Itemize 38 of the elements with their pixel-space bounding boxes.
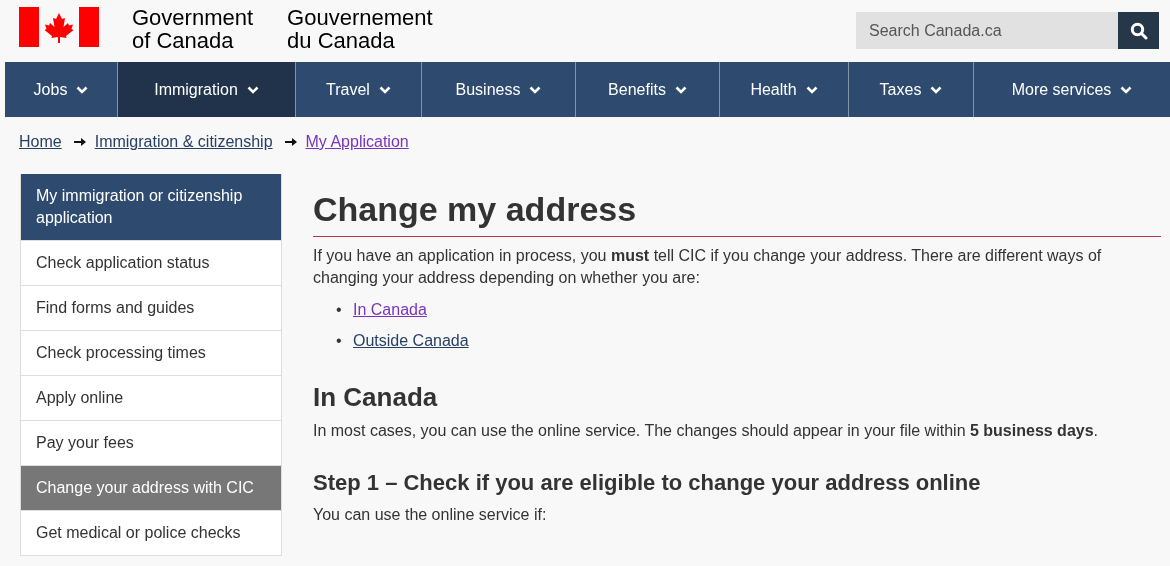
wordmark-french: Gouvernement du Canada [287, 6, 433, 52]
search-icon [1129, 21, 1148, 40]
sidebar-item[interactable]: Change your address with CIC [21, 465, 281, 510]
breadcrumb-link[interactable]: Immigration & citizenship [94, 133, 273, 151]
nav-menu-item[interactable]: Immigration [117, 62, 295, 117]
canada-flag-icon [19, 7, 99, 47]
intro-paragraph: If you have an application in process, you must tell CIC if you change your address. There are different ways of changing your address depending on whether you are: [313, 246, 1103, 288]
chevron-down-icon [930, 85, 943, 94]
sidebar-item[interactable]: Check processing times [21, 330, 281, 375]
sidebar-item[interactable]: Check application status [21, 240, 281, 285]
sidebar-item[interactable]: Pay your fees [21, 420, 281, 465]
chevron-down-icon [378, 85, 391, 94]
arrow-right-icon [73, 137, 86, 147]
page-title: Change my address [313, 190, 1161, 237]
search-button[interactable] [1118, 12, 1159, 49]
breadcrumb-link[interactable]: My Application [305, 133, 409, 151]
sidebar-heading[interactable]: My immigration or citizenship application [21, 174, 281, 240]
section-paragraph: In most cases, you can use the online service. The changes should appear in your file within 5 business days. [313, 421, 1100, 441]
chevron-down-icon [76, 85, 89, 94]
wordmark-english: Government of Canada [132, 6, 254, 52]
section-heading: In Canada [313, 382, 439, 412]
arrow-right-icon [284, 137, 297, 147]
bullet: • [336, 300, 343, 320]
bullet: • [336, 331, 343, 351]
chevron-down-icon [1120, 85, 1133, 94]
breadcrumb-link[interactable]: Home [19, 133, 62, 151]
sidebar-item[interactable]: Find forms and guides [21, 285, 281, 330]
sidebar-item[interactable]: Get medical or police checks [21, 510, 281, 555]
step-heading: Step 1 – Check if you are eligible to change your address online [313, 470, 982, 496]
sidebar-item[interactable]: Apply online [21, 375, 281, 420]
section-link[interactable]: Outside Canada [353, 330, 469, 352]
chevron-down-icon [246, 85, 259, 94]
chevron-down-icon [674, 85, 687, 94]
step-paragraph: You can use the online service if: [313, 505, 548, 525]
search-field[interactable]: Search Canada.ca [856, 12, 1118, 49]
chevron-down-icon [805, 85, 818, 94]
section-link[interactable]: In Canada [353, 299, 427, 321]
chevron-down-icon [529, 85, 542, 94]
